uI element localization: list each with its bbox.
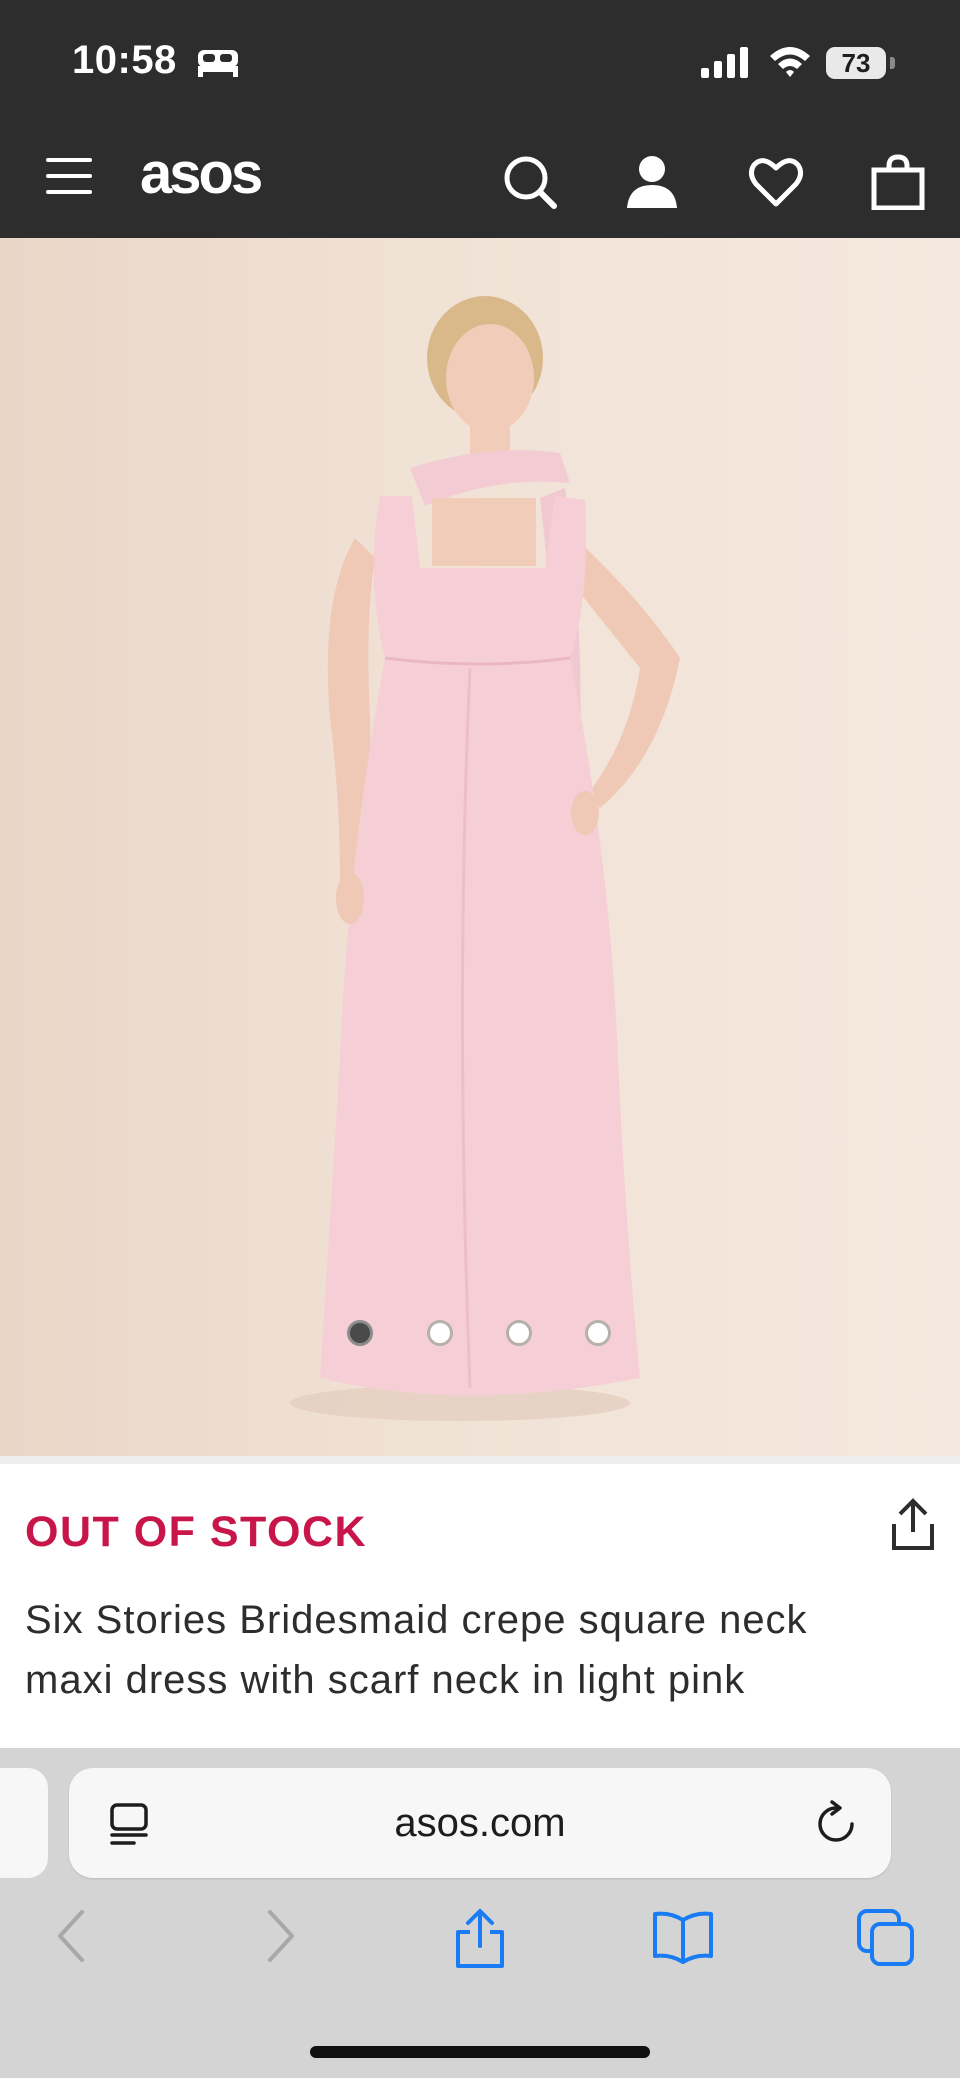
wishlist-heart-icon[interactable] xyxy=(748,154,804,215)
divider xyxy=(0,1456,960,1464)
model-in-dress-illustration xyxy=(290,296,680,1421)
status-time: 10:58 xyxy=(72,38,177,82)
reload-icon[interactable] xyxy=(812,1800,860,1853)
share-icon[interactable] xyxy=(888,1498,938,1557)
gallery-dot[interactable] xyxy=(427,1320,453,1346)
forward-icon[interactable] xyxy=(262,1908,302,1969)
bookmarks-icon[interactable] xyxy=(652,1908,714,1969)
menu-icon[interactable] xyxy=(46,156,94,201)
product-title: Six Stories Bridesmaid crepe square neck… xyxy=(25,1598,808,1702)
reader-mode-icon[interactable] xyxy=(108,1802,152,1851)
cellular-signal-icon xyxy=(700,46,750,83)
gallery-dot[interactable] xyxy=(585,1320,611,1346)
account-icon[interactable] xyxy=(624,154,680,215)
home-indicator xyxy=(310,2046,650,2058)
product-image[interactable] xyxy=(0,238,960,1456)
gallery-dot[interactable] xyxy=(506,1320,532,1346)
bag-icon[interactable] xyxy=(870,154,926,215)
wifi-icon xyxy=(768,44,812,83)
battery-icon: 73 xyxy=(826,47,886,79)
back-icon[interactable] xyxy=(54,1908,94,1969)
battery-tip xyxy=(890,57,895,69)
gallery-dot[interactable] xyxy=(347,1320,373,1346)
search-icon[interactable] xyxy=(502,154,558,215)
address-bar[interactable]: asos.com xyxy=(69,1768,891,1878)
asos-logo[interactable]: asos xyxy=(140,142,263,206)
bed-icon xyxy=(196,48,240,83)
previous-tab-preview[interactable] xyxy=(0,1768,48,1878)
stock-status: OUT OF STOCK xyxy=(25,1508,368,1556)
tabs-icon[interactable] xyxy=(856,1908,916,1973)
url-text[interactable]: asos.com xyxy=(69,1768,891,1878)
share-icon[interactable] xyxy=(452,1908,508,1975)
